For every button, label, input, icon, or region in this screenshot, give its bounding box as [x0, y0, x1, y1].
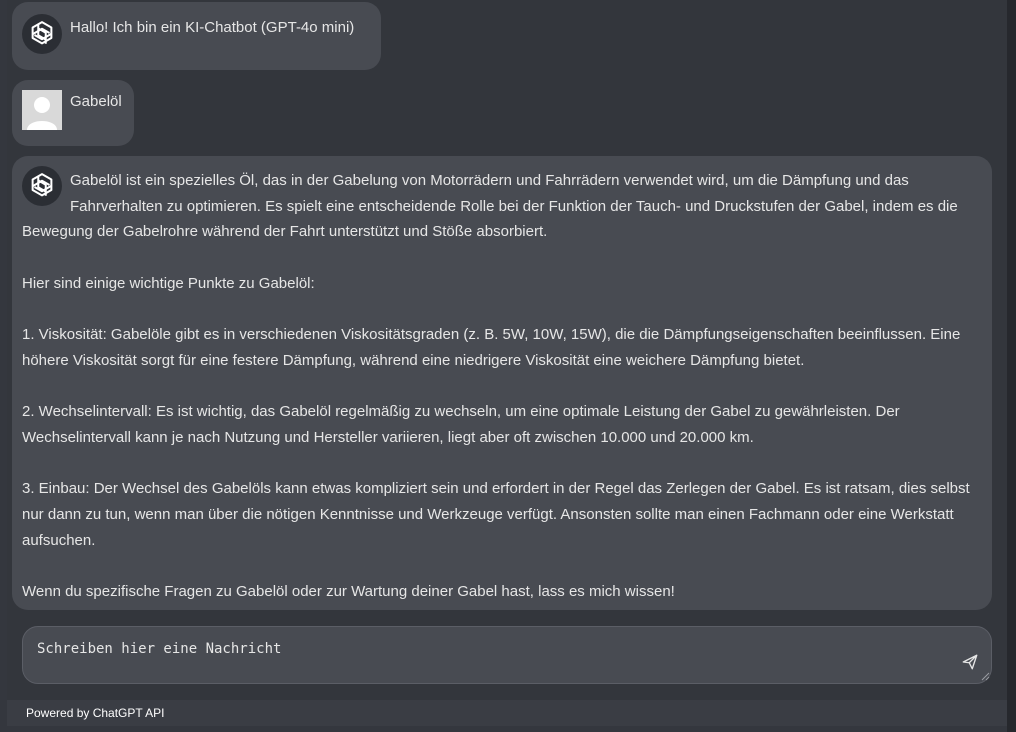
user-silhouette-icon: [22, 90, 62, 130]
message-paragraph: Gabelöl ist ein spezielles Öl, das in de…: [22, 172, 958, 241]
send-button[interactable]: [960, 653, 980, 673]
message-paragraph: Wenn du spezifische Fragen zu Gabelöl od…: [22, 583, 675, 601]
message-text: Gabelöl: [70, 93, 122, 110]
assistant-message: Gabelöl ist ein spezielles Öl, das in de…: [12, 156, 992, 610]
message-body: Gabelöl ist ein spezielles Öl, das in de…: [22, 166, 984, 605]
resize-grip-icon[interactable]: [980, 671, 990, 681]
message-paragraph: Hier sind einige wichtige Punkte zu Gabe…: [22, 274, 315, 292]
user-message: Gabelöl: [12, 80, 134, 146]
app-window: Hallo! Ich bin ein KI-Chatbot (GPT-4o mi…: [0, 0, 1016, 732]
assistant-message: Hallo! Ich bin ein KI-Chatbot (GPT-4o mi…: [12, 2, 381, 70]
powered-by-label: Powered by ChatGPT API: [26, 706, 165, 720]
message-paragraph: 3. Einbau: Der Wechsel des Gabelöls kann…: [22, 480, 970, 549]
message-input-container: [22, 626, 992, 684]
footer: Powered by ChatGPT API: [7, 700, 1007, 726]
message-paragraph: 2. Wechselintervall: Es ist wichtig, das…: [22, 403, 900, 446]
send-icon: [962, 654, 978, 670]
message-paragraph: 1. Viskosität: Gabelöle gibt es in versc…: [22, 326, 961, 369]
message-input[interactable]: [35, 637, 939, 677]
openai-logo-icon: [22, 14, 62, 54]
openai-logo-icon: [22, 166, 62, 206]
message-text: Hallo! Ich bin ein KI-Chatbot (GPT-4o mi…: [70, 19, 355, 36]
scrollbar-track[interactable]: [1007, 0, 1016, 732]
